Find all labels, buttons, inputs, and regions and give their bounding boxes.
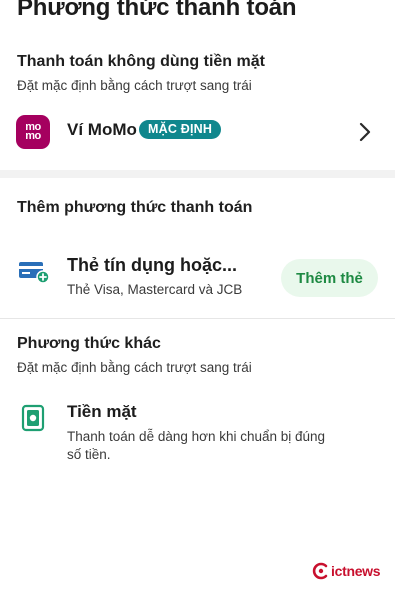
cashless-section-title: Thanh toán không dùng tiền mặt: [17, 53, 265, 70]
cash-name: Tiền mặt: [67, 402, 137, 421]
section-divider: [0, 318, 395, 319]
momo-wallet-row[interactable]: mo mo Ví MoMo MẶC ĐỊNH: [0, 112, 395, 160]
watermark-text: ictnews: [331, 563, 381, 579]
credit-card-name: Thẻ tín dụng hoặc...: [67, 255, 237, 275]
momo-logo: mo mo: [16, 115, 50, 149]
other-section-title: Phương thức khác: [17, 335, 161, 352]
cashless-section-hint: Đặt mặc định bằng cách trượt sang trái: [17, 78, 252, 93]
add-card-button[interactable]: Thêm thẻ: [281, 259, 378, 297]
page-title: Phương thức thanh toán: [17, 0, 297, 21]
credit-card-subtitle: Thẻ Visa, Mastercard và JCB: [67, 282, 243, 297]
ictnews-logo-icon: [312, 562, 328, 580]
chevron-right-icon[interactable]: [355, 120, 375, 144]
cash-description: Thanh toán dễ dàng hơn khi chuẩn bị đúng…: [67, 429, 326, 462]
default-badge: MẶC ĐỊNH: [139, 120, 222, 139]
cash-icon: [21, 404, 45, 432]
credit-card-row[interactable]: Thẻ tín dụng hoặc... Thẻ Visa, Mastercar…: [0, 246, 395, 302]
add-method-section-title: Thêm phương thức thanh toán: [17, 199, 253, 216]
ictnews-watermark: ictnews: [312, 561, 381, 581]
other-section-hint: Đặt mặc định bằng cách trượt sang trái: [17, 360, 252, 375]
cash-row[interactable]: Tiền mặt Thanh toán dễ dàng hơn khi chuẩ…: [0, 396, 395, 468]
momo-logo-text-bottom: mo: [25, 130, 41, 142]
section-divider: [0, 170, 395, 178]
momo-wallet-name: Ví MoMo: [67, 120, 137, 139]
credit-card-add-icon: [19, 262, 50, 284]
